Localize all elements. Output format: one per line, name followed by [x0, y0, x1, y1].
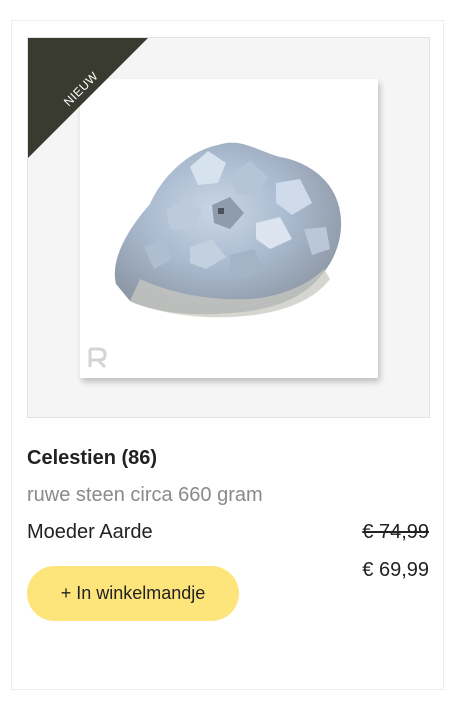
product-title[interactable]: Celestien (86) [27, 447, 157, 470]
brand-logo-icon [88, 347, 107, 369]
product-subtitle: ruwe steen circa 660 gram [27, 484, 263, 506]
product-card: NIEUW Celestien (86) ruwe steen circa 66… [11, 20, 444, 690]
product-brand: Moeder Aarde [27, 521, 153, 543]
product-image-frame[interactable]: NIEUW [27, 37, 430, 418]
old-price: € 74,99 [362, 521, 429, 543]
add-to-cart-button[interactable]: + In winkelmandje [27, 566, 239, 621]
new-badge-ribbon [28, 38, 148, 158]
new-badge: NIEUW [28, 38, 148, 158]
current-price: € 69,99 [362, 559, 429, 581]
